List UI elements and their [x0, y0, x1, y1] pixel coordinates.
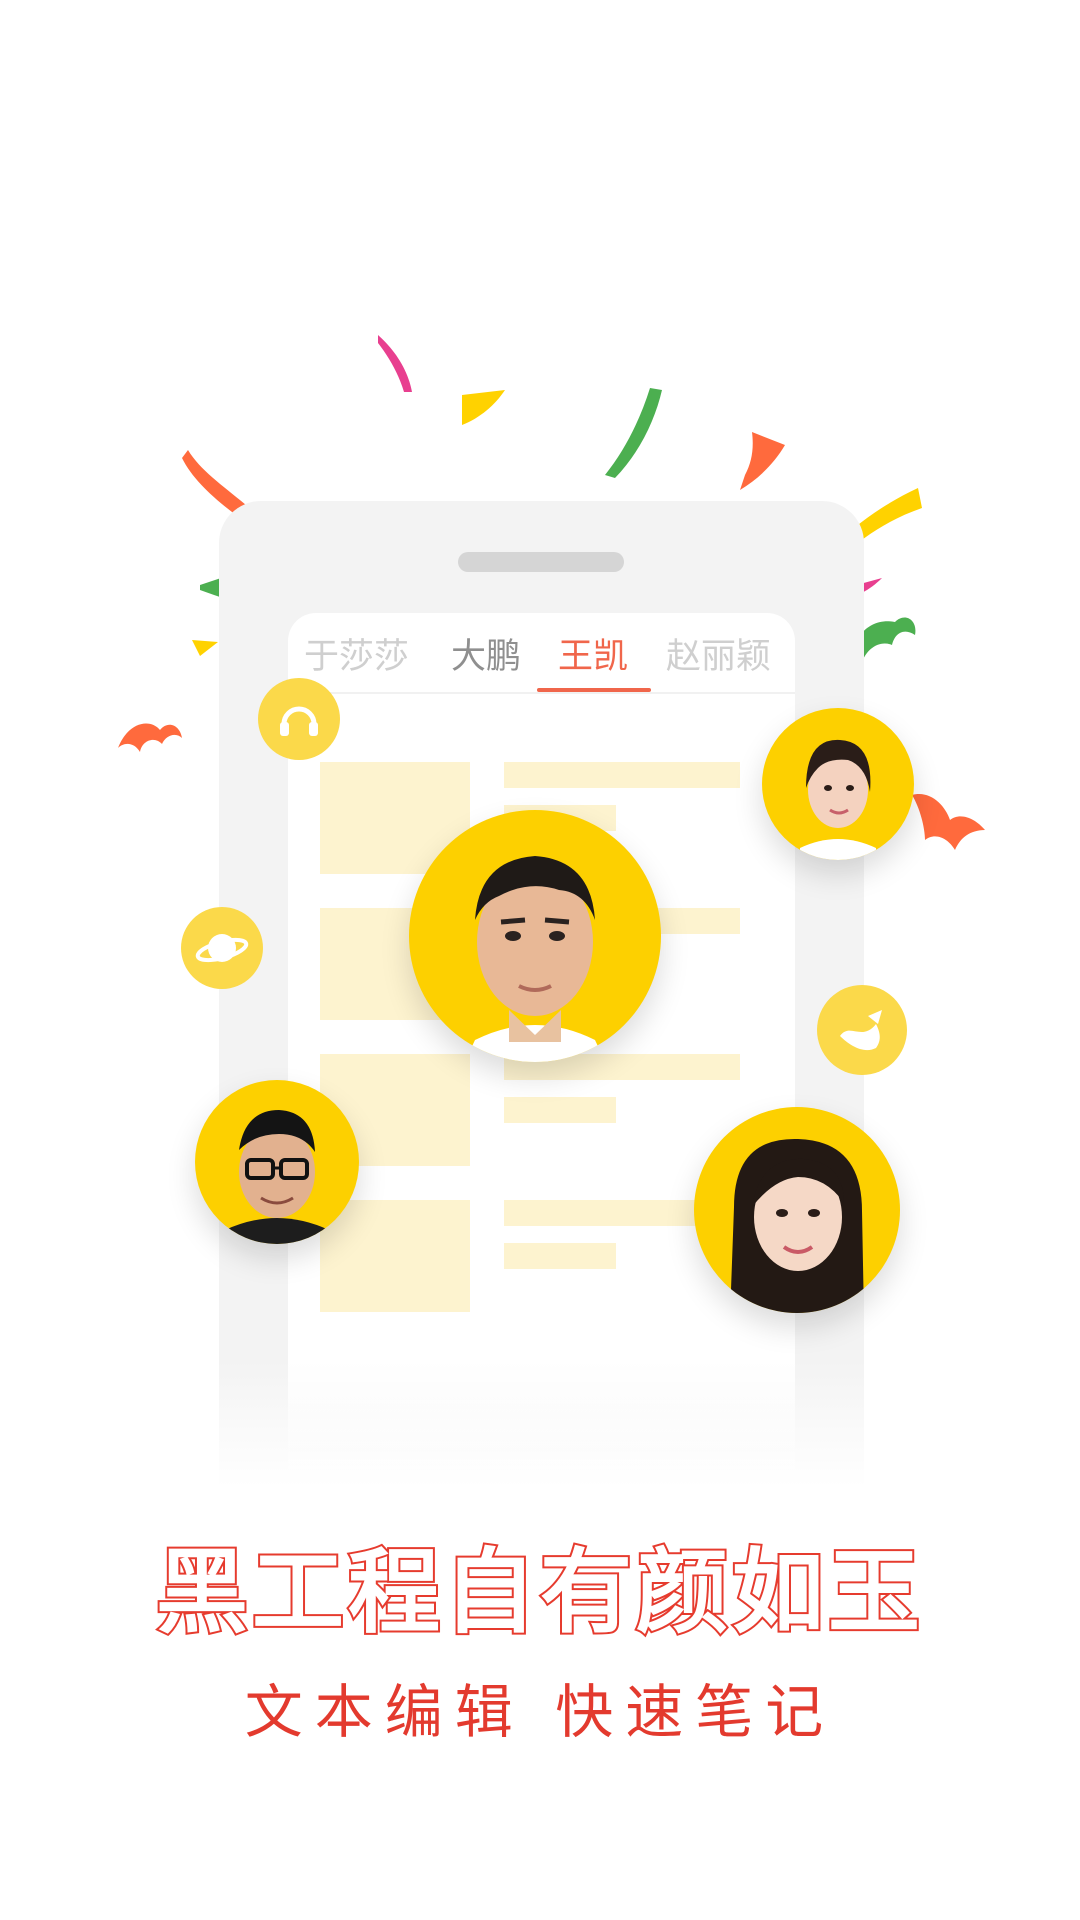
phone-screen-fade [288, 1361, 795, 1541]
face-illustration [800, 739, 876, 860]
face-illustration [225, 1110, 329, 1244]
tab-divider [288, 692, 795, 694]
placeholder-line [504, 1243, 616, 1269]
placeholder-line [504, 762, 740, 788]
headline: 黑工程自有颜如玉 [154, 1537, 924, 1648]
subline: 文本编辑 快速笔记 [244, 1678, 836, 1746]
tab-yu-shasha[interactable]: 于莎莎 [304, 634, 409, 684]
face-illustration [464, 856, 606, 1062]
tab-zhao-liying[interactable]: 赵丽颖 [666, 634, 771, 684]
wave-flag-icon [817, 985, 907, 1075]
active-tab-indicator [537, 688, 651, 692]
avatar-zhao-liying[interactable] [694, 1107, 900, 1313]
avatar-da-peng[interactable] [195, 1080, 359, 1244]
avatar-wang-kai[interactable] [409, 810, 661, 1062]
face-illustration [730, 1138, 864, 1313]
avatar-zhao-liying-small[interactable] [762, 708, 914, 860]
placeholder-line [504, 1097, 616, 1123]
tab-bar: 于莎莎 大鹏 王凯 赵丽颖 [288, 624, 795, 690]
tab-da-peng[interactable]: 大鹏 [451, 634, 521, 684]
headphones-icon [258, 678, 340, 760]
tab-wang-kai[interactable]: 王凯 [558, 634, 628, 684]
phone-speaker [458, 552, 624, 572]
planet-icon [181, 907, 263, 989]
